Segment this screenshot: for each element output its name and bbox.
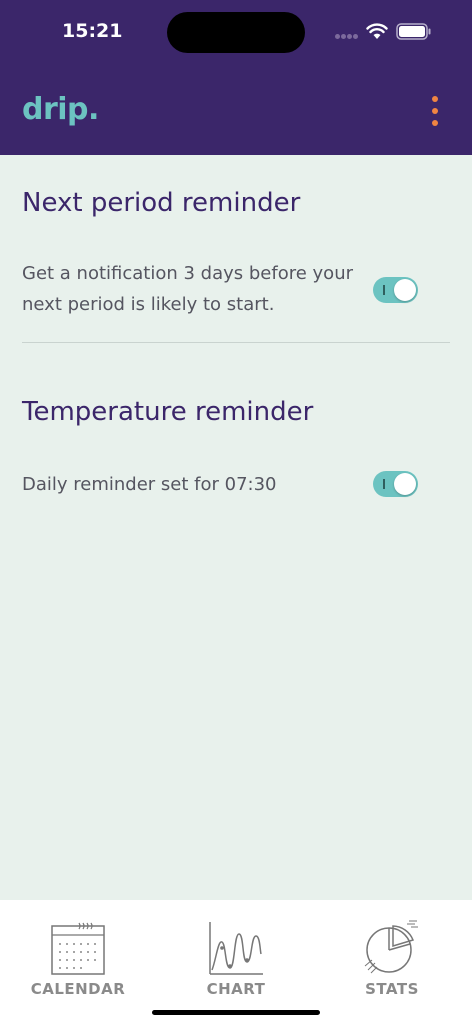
- app-header: 15:21 drip.: [0, 0, 472, 155]
- toggle-knob: [394, 279, 416, 301]
- bottom-tab-bar: CALENDAR CHART STATS: [0, 900, 472, 1024]
- next-period-reminder-title: Next period reminder: [22, 188, 301, 218]
- status-bar: 15:21: [0, 0, 472, 60]
- dynamic-island: [167, 12, 305, 53]
- tab-stats-label: STATS: [365, 980, 419, 998]
- next-period-reminder-text: Get a notification 3 days before your ne…: [22, 263, 354, 315]
- app-logo: drip.: [22, 92, 99, 127]
- next-period-reminder-toggle[interactable]: [373, 277, 418, 303]
- line-chart-icon: [209, 922, 263, 975]
- toggle-on-mark: [383, 479, 385, 489]
- home-indicator: [152, 1010, 320, 1015]
- cellular-signal-icon: [335, 34, 359, 40]
- tab-stats[interactable]: STATS: [342, 900, 442, 1010]
- toggle-knob: [394, 473, 416, 495]
- tab-calendar[interactable]: CALENDAR: [28, 900, 128, 1010]
- battery-icon: [396, 23, 431, 40]
- vertical-ellipsis-icon: [432, 96, 438, 102]
- section-divider: [22, 342, 450, 343]
- pie-chart-icon: [364, 920, 418, 974]
- menu-dot: [432, 108, 438, 114]
- calendar-icon: [51, 922, 105, 975]
- menu-dot: [432, 120, 438, 126]
- temperature-reminder-title: Temperature reminder: [22, 397, 314, 427]
- toggle-on-mark: [383, 285, 385, 295]
- status-time: 15:21: [62, 20, 123, 42]
- tab-chart-label: CHART: [206, 980, 266, 998]
- temperature-reminder-toggle[interactable]: [373, 471, 418, 497]
- more-options-button[interactable]: [424, 94, 446, 128]
- tab-chart[interactable]: CHART: [186, 900, 286, 1010]
- wifi-icon: [366, 23, 388, 39]
- temperature-reminder-text: Daily reminder set for 07:30: [22, 474, 277, 495]
- tab-calendar-label: CALENDAR: [30, 980, 126, 998]
